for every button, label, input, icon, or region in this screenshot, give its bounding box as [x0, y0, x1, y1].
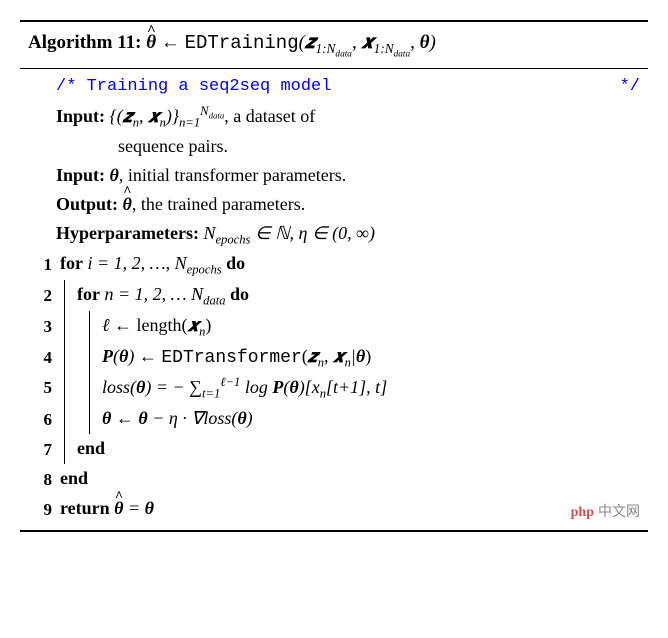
- code-line-6: 6 θ ← θ − η · ∇loss(θ): [28, 404, 640, 434]
- input-1: Input: {(𝒛n, 𝒙n)}n=1Ndata, a dataset of: [28, 101, 640, 133]
- code-line-2: 2 for n = 1, 2, … Ndata do: [28, 280, 640, 311]
- code-line-1: 1 for i = 1, 2, …, Nepochs do: [28, 249, 640, 280]
- algorithm-comment: /* Training a seq2seq model */: [28, 73, 640, 100]
- watermark: php 中文网: [571, 502, 640, 524]
- php-logo: php: [571, 502, 594, 524]
- algorithm-header: Algorithm 11: θ ← EDTraining(𝒛1:Ndata, 𝒙…: [20, 22, 648, 69]
- output-line: Output: θ, the trained parameters.: [28, 190, 640, 219]
- input-1-cont: sequence pairs.: [28, 132, 640, 161]
- code-line-5: 5 loss(θ) = − ∑t=1ℓ−1 log P(θ)[xn[t+1], …: [28, 372, 640, 404]
- watermark-text: 中文网: [598, 502, 640, 524]
- code-line-7: 7 end: [28, 434, 640, 464]
- algorithm-title-prefix: Algorithm 11:: [28, 32, 141, 53]
- code-line-3: 3 ℓ ← length(𝒙n): [28, 311, 640, 342]
- algorithm-signature: θ ← EDTraining(𝒛1:Ndata, 𝒙1:Ndata, θ): [146, 32, 436, 53]
- algorithm-block: Algorithm 11: θ ← EDTraining(𝒛1:Ndata, 𝒙…: [20, 20, 648, 532]
- hyperparameters-line: Hyperparameters: Nepochs ∈ ℕ, η ∈ (0, ∞): [28, 219, 640, 250]
- input-2: Input: θ, initial transformer parameters…: [28, 161, 640, 190]
- algorithm-body: /* Training a seq2seq model */ Input: {(…: [20, 69, 648, 530]
- code-line-4: 4 P(θ) ← EDTransformer(𝒛n, 𝒙n|θ): [28, 342, 640, 373]
- code-line-9: 9 return θ = θ: [28, 494, 640, 524]
